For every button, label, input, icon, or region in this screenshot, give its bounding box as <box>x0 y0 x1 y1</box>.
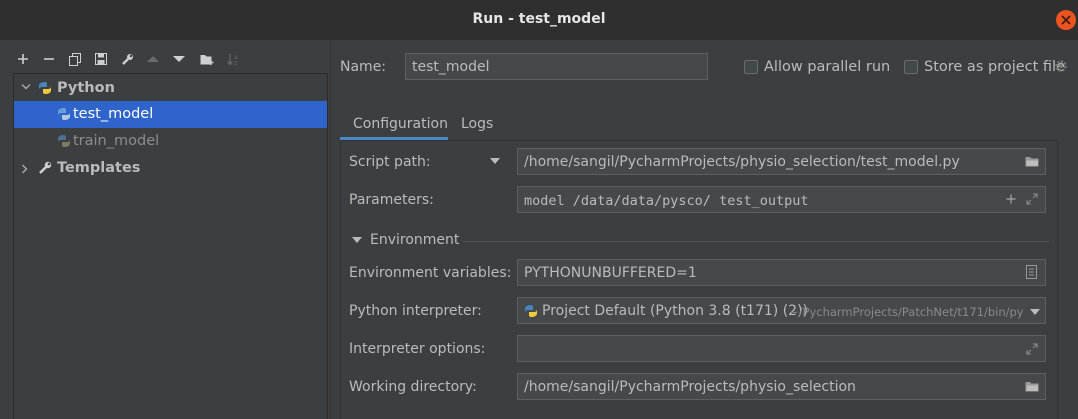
splitter[interactable] <box>330 40 331 419</box>
interpreter-path: ~/PycharmProjects/PatchNet/t171/bin/py <box>789 305 1023 319</box>
allow-parallel-checkbox[interactable] <box>744 60 758 74</box>
working-dir-input[interactable]: /home/sangil/PycharmProjects/physio_sele… <box>517 373 1046 400</box>
copy-icon[interactable] <box>66 48 84 70</box>
store-project-checkbox[interactable] <box>904 60 918 74</box>
python-icon <box>39 82 51 94</box>
env-vars-input[interactable]: PYTHONUNBUFFERED=1 <box>517 259 1046 286</box>
dropdown-arrow-icon[interactable] <box>490 158 500 164</box>
tree-item-train-model[interactable]: train_model <box>14 128 327 155</box>
gear-icon[interactable] <box>1054 59 1068 73</box>
chevron-down-icon[interactable] <box>21 83 31 91</box>
add-macro-icon[interactable] <box>1006 194 1016 204</box>
folder-icon[interactable] <box>1025 381 1039 392</box>
name-input[interactable]: test_model <box>405 53 708 80</box>
script-path-value: /home/sangil/PycharmProjects/physio_sele… <box>524 154 960 170</box>
tree-item-templates[interactable]: Templates <box>14 155 327 182</box>
chevron-right-icon[interactable] <box>21 164 29 174</box>
tree-label-train-model: train_model <box>73 133 160 149</box>
close-icon <box>1061 15 1071 25</box>
expand-icon[interactable] <box>1026 343 1038 355</box>
interpreter-select[interactable]: Project Default (Python 3.8 (t171) (2)) … <box>517 297 1046 324</box>
interp-options-input[interactable] <box>517 335 1046 362</box>
tree-label-templates: Templates <box>57 160 141 176</box>
folder-add-icon[interactable] <box>198 48 216 70</box>
section-collapse-icon[interactable] <box>352 237 362 244</box>
move-up-icon[interactable] <box>144 48 162 70</box>
interpreter-value: Project Default (Python 3.8 (t171) (2)) <box>542 303 808 319</box>
wrench-icon[interactable] <box>118 48 136 70</box>
add-icon[interactable] <box>14 48 32 70</box>
tab-logs[interactable]: Logs <box>461 112 493 140</box>
parameters-input[interactable]: model /data/data/pysco/ test_output <box>517 186 1046 213</box>
remove-icon[interactable] <box>40 48 58 70</box>
chevron-down-icon[interactable] <box>1030 309 1040 315</box>
document-icon[interactable] <box>1026 265 1037 279</box>
save-icon[interactable] <box>92 48 110 70</box>
sort-icon[interactable]: az <box>224 48 242 70</box>
tree-item-python[interactable]: Python <box>14 75 327 102</box>
script-path-input[interactable]: /home/sangil/PycharmProjects/physio_sele… <box>517 148 1046 175</box>
parameters-value: model /data/data/pysco/ test_output <box>524 193 809 209</box>
env-vars-label: Environment variables: <box>349 265 512 281</box>
move-down-icon[interactable] <box>170 48 188 70</box>
svg-text:z: z <box>234 60 237 66</box>
tree-item-test-model[interactable]: test_model <box>14 101 327 128</box>
working-dir-label: Working directory: <box>349 379 477 395</box>
parameters-label: Parameters: <box>349 192 434 208</box>
working-dir-value: /home/sangil/PycharmProjects/physio_sele… <box>524 379 856 395</box>
tree-label-test-model: test_model <box>73 106 154 122</box>
title-bar: Run - test_model <box>0 0 1078 40</box>
script-path-label: Script path: <box>349 154 431 170</box>
name-input-value: test_model <box>412 59 490 75</box>
allow-parallel-label: Allow parallel run <box>764 59 891 75</box>
interpreter-label: Python interpreter: <box>349 303 482 319</box>
store-project-label: Store as project file <box>924 59 1065 75</box>
name-label: Name: <box>340 59 387 75</box>
config-tree: Python test_model train_model Templates <box>13 73 328 419</box>
python-icon <box>525 305 537 317</box>
python-run-icon <box>58 135 70 147</box>
environment-section-title: Environment <box>370 232 460 248</box>
window-title: Run - test_model <box>472 11 606 27</box>
wrench-icon <box>39 161 52 174</box>
python-run-icon <box>58 108 70 120</box>
interp-options-label: Interpreter options: <box>349 341 486 357</box>
folder-icon[interactable] <box>1025 156 1039 167</box>
close-button[interactable] <box>1056 10 1076 30</box>
section-separator <box>463 241 1049 242</box>
expand-icon[interactable] <box>1026 193 1038 205</box>
tree-label-python: Python <box>57 80 115 96</box>
tab-configuration[interactable]: Configuration <box>340 112 448 140</box>
env-vars-value: PYTHONUNBUFFERED=1 <box>524 265 697 281</box>
